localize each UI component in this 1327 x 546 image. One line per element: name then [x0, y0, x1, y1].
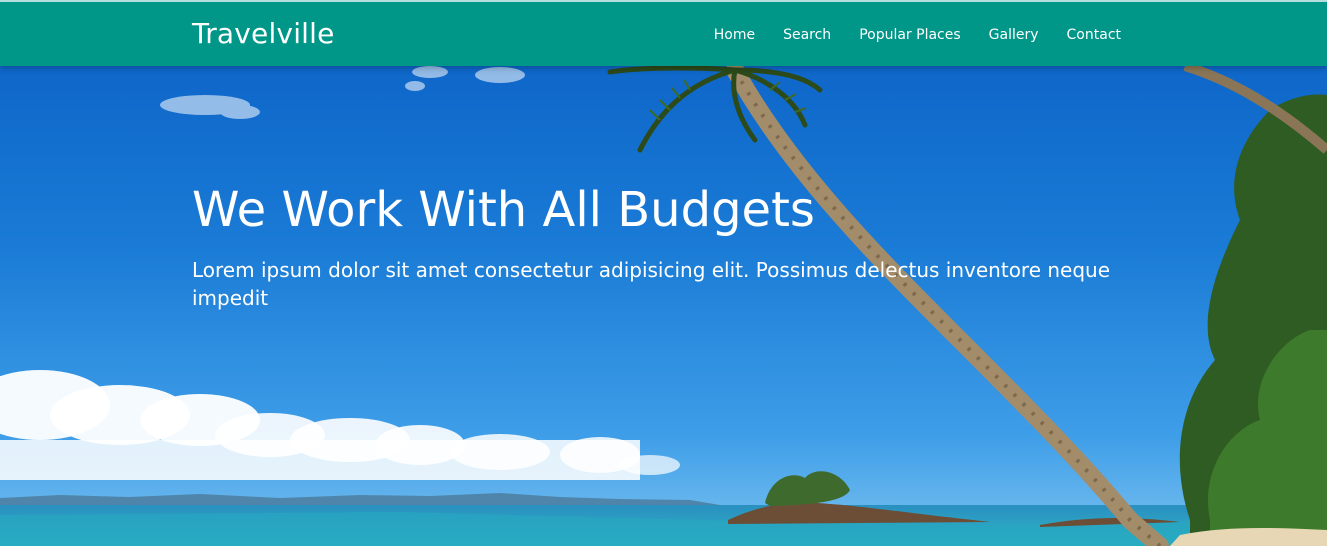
nav-link-search[interactable]: Search — [769, 24, 845, 46]
nav-link-contact[interactable]: Contact — [1053, 24, 1121, 46]
navbar: Travelville Home Search Popular Places G… — [0, 0, 1327, 66]
hero-description: Lorem ipsum dolor sit amet consectetur a… — [192, 258, 1111, 310]
nav-link-home[interactable]: Home — [700, 24, 769, 46]
hero-title: We Work With All Budgets — [192, 182, 815, 238]
hero-content: We Work With All Budgets Lorem ipsum dol… — [192, 180, 1142, 312]
nav-links: Home Search Popular Places Gallery Conta… — [700, 24, 1121, 46]
page: We Work With All Budgets Lorem ipsum dol… — [0, 0, 1327, 546]
nav-link-popular-places[interactable]: Popular Places — [845, 24, 974, 46]
brand-logo-link[interactable]: Travelville — [192, 16, 335, 52]
nav-link-gallery[interactable]: Gallery — [975, 24, 1053, 46]
